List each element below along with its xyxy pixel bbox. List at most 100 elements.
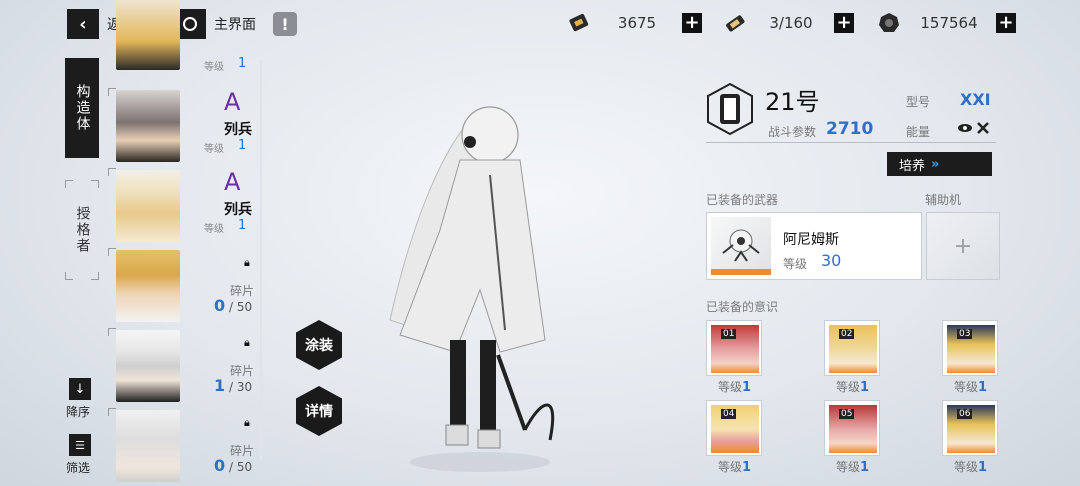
stamina-value: 3/160 xyxy=(769,14,813,32)
filter-button[interactable]: ☰ xyxy=(69,434,91,456)
character-model[interactable] xyxy=(380,90,580,480)
character-portrait xyxy=(116,90,180,162)
card-corner xyxy=(108,88,116,96)
weapon-level-label: 等级 xyxy=(783,257,808,271)
add-stamina-button[interactable]: + xyxy=(834,13,854,33)
support-slot[interactable]: + xyxy=(926,212,1000,280)
memory-section-label: 已装备的意识 xyxy=(706,300,779,314)
construct-emblem-icon xyxy=(706,82,754,136)
train-button[interactable]: 培养 » xyxy=(887,152,992,176)
details-label: 详情 xyxy=(305,404,333,420)
coating-button[interactable]: 涂装 xyxy=(296,320,342,370)
level-label: 等级 xyxy=(204,144,224,155)
sort-button[interactable]: ↓ xyxy=(69,378,91,400)
tab-corner xyxy=(65,272,73,280)
character-card[interactable]: 等级 1 xyxy=(108,0,260,76)
lock-icon: 🔒︎ xyxy=(244,416,250,429)
memory-level: 等级1 xyxy=(954,378,987,395)
energy-label: 能量 xyxy=(906,125,931,139)
memory-level: 等级1 xyxy=(836,458,869,475)
coating-label: 涂装 xyxy=(305,338,333,354)
level-value: 1 xyxy=(238,138,247,153)
memory-slot[interactable]: 06 xyxy=(942,400,998,456)
add-cog-button[interactable]: + xyxy=(996,13,1016,33)
power-label: 战斗参数 xyxy=(768,125,817,139)
memory-level-label: 等级 xyxy=(718,460,743,474)
chevron-left-icon: ‹ xyxy=(67,9,99,39)
weapon-name: 阿尼姆斯 xyxy=(783,232,839,248)
card-corner xyxy=(108,168,116,176)
tab-uniframes[interactable]: 授格者 xyxy=(65,180,99,280)
shard-need: 30 xyxy=(236,380,253,394)
card-corner xyxy=(108,248,116,256)
arrow-down-icon: ↓ xyxy=(74,381,86,397)
character-portrait xyxy=(116,0,180,70)
character-portrait xyxy=(116,170,180,242)
character-card[interactable]: A 列兵 等级 1 xyxy=(108,168,260,248)
memory-slot[interactable]: 02 xyxy=(824,320,880,376)
memory-level: 等级1 xyxy=(954,458,987,475)
gold-bar-icon xyxy=(566,10,592,36)
character-portrait xyxy=(116,330,180,402)
character-card-locked[interactable]: 🔒︎ 碎片 0 / 50 xyxy=(108,248,260,328)
weapon-section-label: 已装备的武器 xyxy=(706,193,779,207)
resource-gold: 3675 + xyxy=(566,10,702,36)
model-value: XXI xyxy=(960,90,991,109)
memory-level: 等级1 xyxy=(836,378,869,395)
character-card[interactable]: A 列兵 等级 1 xyxy=(108,88,260,168)
memory-slot-number: 06 xyxy=(957,409,973,419)
double-chevron-right-icon: » xyxy=(931,156,940,172)
character-card-locked[interactable]: 🔒︎ 碎片 1 / 30 xyxy=(108,328,260,408)
stamina-battery-icon xyxy=(722,10,748,36)
shard-need: 50 xyxy=(236,460,253,474)
gold-value: 3675 xyxy=(617,14,657,32)
unit-name: 21号 xyxy=(765,88,820,116)
cog-value: 157564 xyxy=(920,14,978,32)
divider xyxy=(706,142,996,143)
memory-slot[interactable]: 05 xyxy=(824,400,880,456)
tab-constructs[interactable]: 构造体 xyxy=(65,58,99,158)
rank-letter: A xyxy=(224,88,241,116)
details-button[interactable]: 详情 xyxy=(296,386,342,436)
weapon-level-value: 30 xyxy=(821,251,842,270)
lock-icon: 🔒︎ xyxy=(244,256,250,269)
support-section-label: 辅助机 xyxy=(925,193,962,207)
memory-level-value: 1 xyxy=(978,380,988,395)
card-corner xyxy=(108,328,116,336)
train-label: 培养 xyxy=(899,158,926,174)
resource-stamina: 3/160 + xyxy=(722,10,854,36)
cog-coin-icon xyxy=(876,10,902,36)
plus-icon: + xyxy=(953,233,973,259)
weapon-slot[interactable]: 阿尼姆斯 等级 30 xyxy=(706,212,922,280)
character-card-locked[interactable]: 🔒︎ 碎片 0 / 50 xyxy=(108,408,260,486)
memory-level-value: 1 xyxy=(742,460,752,475)
filter-icon: ☰ xyxy=(75,438,85,452)
info-icon[interactable]: ! xyxy=(273,12,297,36)
lock-icon: 🔒︎ xyxy=(244,336,250,349)
memory-slot-number: 03 xyxy=(957,329,973,339)
memory-slot[interactable]: 03 xyxy=(942,320,998,376)
memory-level-label: 等级 xyxy=(954,380,979,394)
memory-level-value: 1 xyxy=(742,380,752,395)
tab-corner xyxy=(91,272,99,280)
class-label: 列兵 xyxy=(224,122,252,138)
list-scrollbar[interactable] xyxy=(260,60,262,460)
model-label: 型号 xyxy=(906,95,931,109)
tab-uniframes-label: 授格者 xyxy=(74,206,91,254)
level-value: 1 xyxy=(238,218,247,233)
memory-slot[interactable]: 01 xyxy=(706,320,762,376)
shard-have: 0 xyxy=(214,296,226,315)
memory-slot-number: 04 xyxy=(721,409,737,419)
memory-level-label: 等级 xyxy=(954,460,979,474)
add-gold-button[interactable]: + xyxy=(682,13,702,33)
memory-slot[interactable]: 04 xyxy=(706,400,762,456)
level-label: 等级 xyxy=(204,62,224,73)
resource-cog: 157564 + xyxy=(876,10,1016,36)
shard-have: 1 xyxy=(214,376,226,395)
memory-level-label: 等级 xyxy=(836,460,861,474)
tab-corner xyxy=(91,180,99,188)
shard-count: 1 / 30 xyxy=(214,376,253,395)
weapon-image xyxy=(711,217,771,275)
memory-slot-number: 05 xyxy=(839,409,855,419)
level-value: 1 xyxy=(238,56,247,71)
